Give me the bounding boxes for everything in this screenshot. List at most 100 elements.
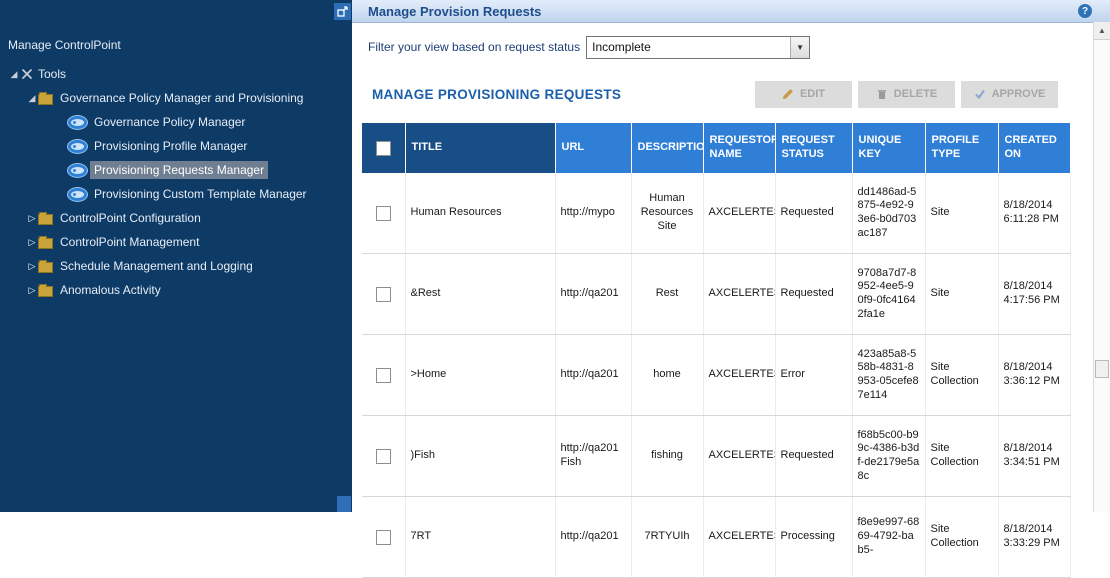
filter-label: Filter your view based on request status [368,40,580,54]
sidebar-item-schedule-management-and-logging[interactable]: ▷ Schedule Management and Logging [0,254,352,278]
sidebar-item-label: Provisioning Profile Manager [90,137,251,155]
edit-button[interactable]: EDIT [755,81,852,108]
status-dropdown-value: Incomplete [587,40,790,54]
cell-profile_type: Site [925,254,998,335]
panel-content: Filter your view based on request status… [352,36,1110,578]
table-row: Human Resourceshttp://mypoHuman Resource… [362,173,1070,254]
tree-collapsed-icon[interactable]: ▷ [26,285,38,296]
select-all-checkbox[interactable] [376,141,391,156]
cell-profile_type: Site Collection [925,416,998,497]
table-row: )Fishhttp://qa201 FishfishingAXCELERTESR… [362,416,1070,497]
cell-description: fishing [631,416,703,497]
column-header-requestor-name[interactable]: REQUESTOR NAME [703,123,775,173]
cell-created_on: 8/18/2014 3:36:12 PM [998,335,1070,416]
scroll-thumb[interactable] [1095,360,1109,378]
row-checkbox-cell [362,335,405,416]
column-header-created-on[interactable]: CREATED ON [998,123,1070,173]
gear-icon [68,188,87,201]
delete-button[interactable]: DELETE [858,81,955,108]
cell-profile_type: Site [925,173,998,254]
cell-title: &Rest [405,254,555,335]
sidebar-item-provisioning-custom-template-manager[interactable]: Provisioning Custom Template Manager [0,182,352,206]
sidebar-item-anomalous-activity[interactable]: ▷ Anomalous Activity [0,278,352,302]
cell-unique_key: 423a85a8-558b-4831-8953-05cefe87e114 [852,335,925,416]
sidebar-item-governance-policy-manager-and-provisioning[interactable]: ◢Governance Policy Manager and Provision… [0,86,352,110]
cell-unique_key: f8e9e997-6869-4792-bab5- [852,497,925,578]
popout-window-icon[interactable] [334,3,351,20]
cell-title: )Fish [405,416,555,497]
trash-icon [876,88,888,100]
table-row: >Homehttp://qa201homeAXCELERTESError423a… [362,335,1070,416]
panel-titlebar: Manage Provision Requests ? [352,0,1110,23]
column-header-description[interactable]: DESCRIPTION [631,123,703,173]
scroll-up-button[interactable]: ▲ [1094,22,1110,40]
column-header-title[interactable]: TITLE [405,123,555,173]
vertical-scrollbar[interactable]: ▲ [1093,22,1110,512]
cell-requestor_name: AXCELERTES [703,335,775,416]
row-checkbox[interactable] [376,530,391,545]
sidebar: Manage ControlPoint ◢Tools◢Governance Po… [0,0,352,512]
cell-title: 7RT [405,497,555,578]
folder-icon [38,238,53,249]
heading-row: MANAGE PROVISIONING REQUESTS EDIT DELETE [362,80,1070,108]
select-all-header [362,123,405,173]
column-header-unique-key[interactable]: UNIQUE KEY [852,123,925,173]
tree-collapsed-icon[interactable]: ▷ [26,261,38,272]
cell-unique_key: f68b5c00-b99c-4386-b3df-de2179e5a8c [852,416,925,497]
row-checkbox[interactable] [376,206,391,221]
row-checkbox-cell [362,254,405,335]
sidebar-item-label: ControlPoint Management [56,233,203,251]
cell-requestor_name: AXCELERTES [703,254,775,335]
cell-title: Human Resources [405,173,555,254]
sidebar-item-label: Tools [34,65,70,83]
sidebar-item-label: Provisioning Requests Manager [90,161,268,179]
sidebar-title: Manage ControlPoint [8,38,352,52]
gear-icon [68,116,87,129]
sidebar-item-tools[interactable]: ◢ Tools [0,62,352,86]
cell-description: home [631,335,703,416]
filter-row: Filter your view based on request status… [362,36,1110,58]
cell-url: http://qa201 Fish [555,416,631,497]
cell-requestor_name: AXCELERTES [703,497,775,578]
page-title: MANAGE PROVISIONING REQUESTS [372,87,621,102]
sidebar-item-provisioning-requests-manager[interactable]: Provisioning Requests Manager [0,158,352,182]
tools-icon [20,68,34,80]
cell-request_status: Requested [775,254,852,335]
chevron-down-icon[interactable]: ▼ [790,37,809,58]
table-row: 7RThttp://qa2017RTYUIhAXCELERTESProcessi… [362,497,1070,578]
sidebar-item-label: Anomalous Activity [56,281,165,299]
sidebar-item-provisioning-profile-manager[interactable]: Provisioning Profile Manager [0,134,352,158]
cell-created_on: 8/18/2014 3:34:51 PM [998,416,1070,497]
sidebar-item-governance-policy-manager[interactable]: Governance Policy Manager [0,110,352,134]
gear-icon [68,164,87,177]
row-checkbox[interactable] [376,368,391,383]
cell-description: 7RTYUIh [631,497,703,578]
tree-expanded-icon[interactable]: ◢ [26,93,38,104]
sidebar-item-controlpoint-management[interactable]: ▷ ControlPoint Management [0,230,352,254]
delete-button-label: DELETE [894,88,937,100]
cell-created_on: 8/18/2014 3:33:29 PM [998,497,1070,578]
column-header-url[interactable]: URL [555,123,631,173]
tree-expanded-icon[interactable]: ◢ [8,69,20,80]
row-checkbox-cell [362,173,405,254]
column-header-request-status[interactable]: REQUEST STATUS [775,123,852,173]
tree-collapsed-icon[interactable]: ▷ [26,213,38,224]
cell-request_status: Requested [775,173,852,254]
sidebar-item-controlpoint-configuration[interactable]: ▷ControlPoint Configuration [0,206,352,230]
help-icon[interactable]: ? [1078,4,1092,18]
cell-description: Human Resources Site [631,173,703,254]
row-checkbox[interactable] [376,449,391,464]
row-checkbox[interactable] [376,287,391,302]
pencil-icon [782,88,794,100]
cell-created_on: 8/18/2014 4:17:56 PM [998,254,1070,335]
folder-icon [38,286,53,297]
cell-url: http://mypo [555,173,631,254]
cell-title: >Home [405,335,555,416]
cell-url: http://qa201 [555,254,631,335]
column-header-profile-type[interactable]: PROFILE TYPE [925,123,998,173]
status-dropdown[interactable]: Incomplete ▼ [586,36,810,59]
tree-collapsed-icon[interactable]: ▷ [26,237,38,248]
sidebar-item-label: Schedule Management and Logging [56,257,257,275]
approve-button[interactable]: APPROVE [961,81,1058,108]
cell-requestor_name: AXCELERTES [703,173,775,254]
